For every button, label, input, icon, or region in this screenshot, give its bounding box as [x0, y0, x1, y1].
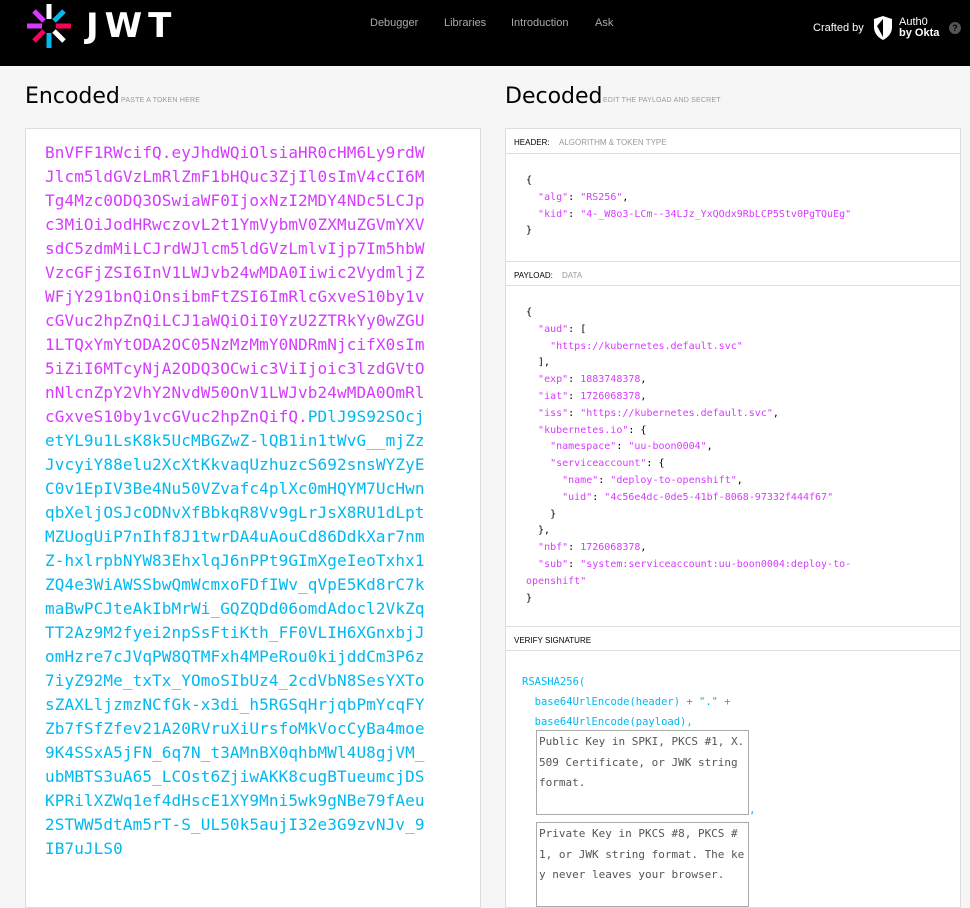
payload-namespace: uu-boon0004	[634, 441, 701, 453]
public-key-input[interactable]: Public Key in SPKI, PKCS #1, X.509 Certi…	[536, 730, 749, 815]
header-json-editor[interactable]: { "alg": "RS256", "kid": "4-_W8o3-LCm--3…	[526, 173, 851, 240]
token-signature-part: PDlJ9S92SOcjetYL9u1LsK8k5UcMBGZwZ-lQB1in…	[45, 407, 425, 858]
jwt-logo-icon[interactable]	[25, 2, 73, 50]
payload-sub-line2: openshift	[526, 575, 581, 587]
header-kid: 4-_W8o3-LCm--34LJz_YxQOdx9RbLCP5Stv0PgTQ…	[586, 208, 846, 220]
payload-sublabel: DATA	[562, 271, 583, 280]
payload-iss: https://kubernetes.default.svc	[586, 407, 767, 419]
token-payload-part: BnVFF1RWcifQ.eyJhdWQiOlsiaHR0cHM6Ly9rdWJ…	[45, 143, 425, 426]
decoded-title: Decoded	[505, 84, 603, 109]
payload-json-editor[interactable]: { "aud": [ "https://kubernetes.default.s…	[526, 305, 851, 607]
payload-iat: 1726068378	[580, 390, 641, 402]
nav-libraries[interactable]: Libraries	[444, 17, 486, 29]
verify-section-label: VERIFY SIGNATURE	[506, 626, 960, 651]
encoded-token-text[interactable]: BnVFF1RWcifQ.eyJhdWQiOlsiaHR0cHM6Ly9rdWJ…	[45, 141, 425, 861]
nav-debugger[interactable]: Debugger	[370, 17, 418, 29]
auth0-brand-line2: by Okta	[899, 27, 940, 39]
auth0-shield-icon[interactable]	[872, 15, 894, 41]
encoded-subtitle: PASTE A TOKEN HERE	[121, 97, 201, 104]
decoded-panel: HEADER: ALGORITHM & TOKEN TYPE { "alg": …	[505, 128, 961, 908]
payload-sa-uid: 4c56e4dc-0de5-41bf-8068-97332f444f67	[610, 491, 828, 503]
decoded-subtitle: EDIT THE PAYLOAD AND SECRET	[603, 97, 721, 104]
jwt-logo-text[interactable]: JWT	[86, 6, 177, 46]
payload-section-label: PAYLOAD: DATA	[506, 261, 960, 286]
verify-line-2: base64UrlEncode(header) + "." +	[522, 696, 731, 708]
auth0-brand[interactable]: Auth0 by Okta	[899, 17, 939, 39]
encoded-title: Encoded	[25, 84, 120, 109]
verify-signature-code: RSASHA256( base64UrlEncode(header) + "."…	[522, 672, 731, 732]
verify-label: VERIFY SIGNATURE	[514, 636, 592, 645]
crafted-by-label: Crafted by	[813, 22, 864, 34]
header-section-label: HEADER: ALGORITHM & TOKEN TYPE	[506, 129, 960, 154]
header-alg: RS256	[586, 191, 617, 203]
payload-sa-name: deploy-to-openshift	[616, 474, 731, 486]
payload-nbf: 1726068378	[580, 542, 641, 554]
comma-separator: ,	[749, 803, 756, 816]
payload-label: PAYLOAD:	[514, 271, 553, 280]
private-key-input[interactable]: Private Key in PKCS #8, PKCS #1, or JWK …	[536, 822, 749, 907]
payload-sub-line1: system:serviceaccount:uu-boon0004:deploy…	[586, 558, 852, 570]
top-navigation-bar: JWT Debugger Libraries Introduction Ask …	[0, 0, 970, 66]
header-sublabel: ALGORITHM & TOKEN TYPE	[559, 138, 667, 147]
payload-aud-0: https://kubernetes.default.svc	[556, 340, 737, 352]
header-label: HEADER:	[514, 138, 550, 147]
nav-ask[interactable]: Ask	[595, 17, 613, 29]
verify-line-3: base64UrlEncode(payload),	[522, 716, 693, 728]
help-icon[interactable]: ?	[949, 22, 961, 34]
nav-introduction[interactable]: Introduction	[511, 17, 568, 29]
verify-line-1: RSASHA256(	[522, 676, 586, 688]
payload-exp: 1883748378	[580, 374, 641, 386]
encoded-token-editor[interactable]: BnVFF1RWcifQ.eyJhdWQiOlsiaHR0cHM6Ly9rdWJ…	[25, 128, 481, 908]
